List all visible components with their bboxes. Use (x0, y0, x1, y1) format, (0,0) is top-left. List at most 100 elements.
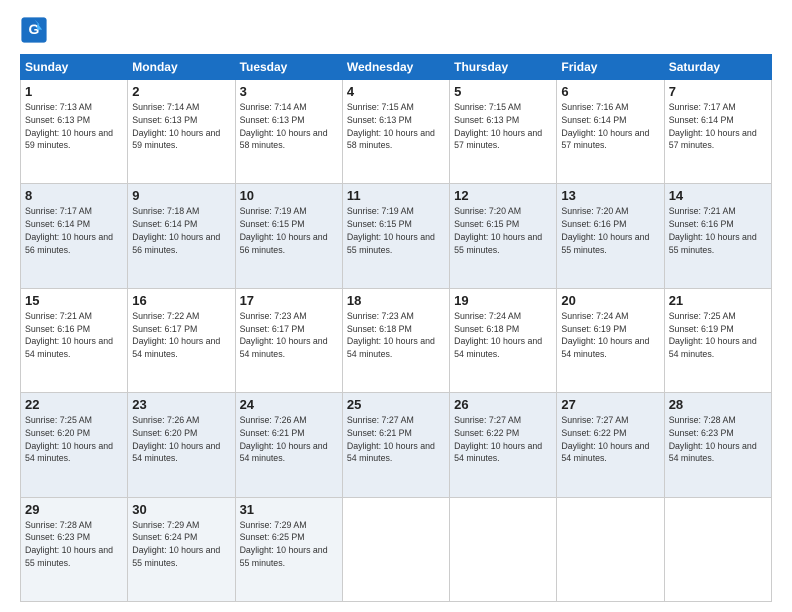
day-info: Sunrise: 7:27 AMSunset: 6:22 PMDaylight:… (454, 415, 542, 463)
day-info: Sunrise: 7:27 AMSunset: 6:21 PMDaylight:… (347, 415, 435, 463)
calendar-col-header: Friday (557, 55, 664, 80)
day-info: Sunrise: 7:20 AMSunset: 6:16 PMDaylight:… (561, 206, 649, 254)
day-info: Sunrise: 7:14 AMSunset: 6:13 PMDaylight:… (132, 102, 220, 150)
calendar-week-row: 29 Sunrise: 7:28 AMSunset: 6:23 PMDayligh… (21, 497, 772, 601)
day-info: Sunrise: 7:21 AMSunset: 6:16 PMDaylight:… (25, 311, 113, 359)
day-info: Sunrise: 7:20 AMSunset: 6:15 PMDaylight:… (454, 206, 542, 254)
day-info: Sunrise: 7:26 AMSunset: 6:20 PMDaylight:… (132, 415, 220, 463)
day-number: 27 (561, 397, 659, 412)
calendar-header-row: SundayMondayTuesdayWednesdayThursdayFrid… (21, 55, 772, 80)
calendar-cell: 22Sunrise: 7:25 AMSunset: 6:20 PMDayligh… (21, 393, 128, 497)
day-info: Sunrise: 7:29 AMSunset: 6:24 PMDaylight:… (132, 520, 220, 568)
day-info: Sunrise: 7:13 AMSunset: 6:13 PMDaylight:… (25, 102, 113, 150)
day-number: 3 (240, 84, 338, 99)
calendar-cell: 27 Sunrise: 7:27 AMSunset: 6:22 PMDayligh… (557, 393, 664, 497)
day-info: Sunrise: 7:25 AMSunset: 6:20 PMDaylight:… (25, 415, 113, 463)
calendar-cell: 24 Sunrise: 7:26 AMSunset: 6:21 PMDayligh… (235, 393, 342, 497)
day-info: Sunrise: 7:24 AMSunset: 6:19 PMDaylight:… (561, 311, 649, 359)
calendar-cell: 11 Sunrise: 7:19 AMSunset: 6:15 PMDayligh… (342, 184, 449, 288)
day-number: 14 (669, 188, 767, 203)
day-number: 29 (25, 502, 123, 517)
calendar-week-row: 15Sunrise: 7:21 AMSunset: 6:16 PMDayligh… (21, 288, 772, 392)
calendar-cell: 13 Sunrise: 7:20 AMSunset: 6:16 PMDayligh… (557, 184, 664, 288)
day-info: Sunrise: 7:29 AMSunset: 6:25 PMDaylight:… (240, 520, 328, 568)
day-info: Sunrise: 7:27 AMSunset: 6:22 PMDaylight:… (561, 415, 649, 463)
day-number: 24 (240, 397, 338, 412)
day-number: 16 (132, 293, 230, 308)
day-number: 30 (132, 502, 230, 517)
calendar-cell: 19Sunrise: 7:24 AMSunset: 6:18 PMDayligh… (450, 288, 557, 392)
calendar-cell: 3 Sunrise: 7:14 AMSunset: 6:13 PMDaylight… (235, 80, 342, 184)
calendar-cell: 4 Sunrise: 7:15 AMSunset: 6:13 PMDaylight… (342, 80, 449, 184)
day-number: 28 (669, 397, 767, 412)
day-info: Sunrise: 7:19 AMSunset: 6:15 PMDaylight:… (240, 206, 328, 254)
calendar-cell (450, 497, 557, 601)
day-number: 10 (240, 188, 338, 203)
day-info: Sunrise: 7:14 AMSunset: 6:13 PMDaylight:… (240, 102, 328, 150)
calendar-cell: 31 Sunrise: 7:29 AMSunset: 6:25 PMDayligh… (235, 497, 342, 601)
calendar-cell: 2 Sunrise: 7:14 AMSunset: 6:13 PMDaylight… (128, 80, 235, 184)
calendar-table: SundayMondayTuesdayWednesdayThursdayFrid… (20, 54, 772, 602)
day-number: 5 (454, 84, 552, 99)
day-number: 26 (454, 397, 552, 412)
calendar-cell: 25Sunrise: 7:27 AMSunset: 6:21 PMDayligh… (342, 393, 449, 497)
calendar-cell: 12 Sunrise: 7:20 AMSunset: 6:15 PMDayligh… (450, 184, 557, 288)
day-info: Sunrise: 7:15 AMSunset: 6:13 PMDaylight:… (347, 102, 435, 150)
day-number: 18 (347, 293, 445, 308)
calendar-page: G SundayMondayTuesdayWednesdayThursdayFr… (0, 0, 792, 612)
calendar-week-row: 22Sunrise: 7:25 AMSunset: 6:20 PMDayligh… (21, 393, 772, 497)
calendar-cell: 6Sunrise: 7:16 AMSunset: 6:14 PMDaylight… (557, 80, 664, 184)
logo-icon: G (20, 16, 48, 44)
day-info: Sunrise: 7:19 AMSunset: 6:15 PMDaylight:… (347, 206, 435, 254)
calendar-cell: 8Sunrise: 7:17 AMSunset: 6:14 PMDaylight… (21, 184, 128, 288)
day-info: Sunrise: 7:23 AMSunset: 6:18 PMDaylight:… (347, 311, 435, 359)
day-info: Sunrise: 7:28 AMSunset: 6:23 PMDaylight:… (669, 415, 757, 463)
calendar-col-header: Sunday (21, 55, 128, 80)
day-info: Sunrise: 7:17 AMSunset: 6:14 PMDaylight:… (669, 102, 757, 150)
day-number: 31 (240, 502, 338, 517)
calendar-week-row: 8Sunrise: 7:17 AMSunset: 6:14 PMDaylight… (21, 184, 772, 288)
calendar-cell: 7 Sunrise: 7:17 AMSunset: 6:14 PMDaylight… (664, 80, 771, 184)
calendar-cell: 23Sunrise: 7:26 AMSunset: 6:20 PMDayligh… (128, 393, 235, 497)
day-info: Sunrise: 7:26 AMSunset: 6:21 PMDaylight:… (240, 415, 328, 463)
day-info: Sunrise: 7:28 AMSunset: 6:23 PMDaylight:… (25, 520, 113, 568)
day-number: 4 (347, 84, 445, 99)
calendar-cell: 14 Sunrise: 7:21 AMSunset: 6:16 PMDayligh… (664, 184, 771, 288)
day-number: 17 (240, 293, 338, 308)
logo: G (20, 16, 52, 44)
calendar-cell: 16 Sunrise: 7:22 AMSunset: 6:17 PMDayligh… (128, 288, 235, 392)
day-info: Sunrise: 7:24 AMSunset: 6:18 PMDaylight:… (454, 311, 542, 359)
calendar-week-row: 1Sunrise: 7:13 AMSunset: 6:13 PMDaylight… (21, 80, 772, 184)
calendar-cell: 30 Sunrise: 7:29 AMSunset: 6:24 PMDayligh… (128, 497, 235, 601)
calendar-cell: 5Sunrise: 7:15 AMSunset: 6:13 PMDaylight… (450, 80, 557, 184)
calendar-col-header: Wednesday (342, 55, 449, 80)
calendar-col-header: Thursday (450, 55, 557, 80)
day-number: 12 (454, 188, 552, 203)
calendar-cell: 15Sunrise: 7:21 AMSunset: 6:16 PMDayligh… (21, 288, 128, 392)
day-number: 11 (347, 188, 445, 203)
calendar-cell: 9Sunrise: 7:18 AMSunset: 6:14 PMDaylight… (128, 184, 235, 288)
calendar-cell: 26 Sunrise: 7:27 AMSunset: 6:22 PMDayligh… (450, 393, 557, 497)
day-number: 2 (132, 84, 230, 99)
day-number: 7 (669, 84, 767, 99)
calendar-cell (664, 497, 771, 601)
calendar-cell: 17 Sunrise: 7:23 AMSunset: 6:17 PMDayligh… (235, 288, 342, 392)
calendar-cell: 18 Sunrise: 7:23 AMSunset: 6:18 PMDayligh… (342, 288, 449, 392)
day-info: Sunrise: 7:17 AMSunset: 6:14 PMDaylight:… (25, 206, 113, 254)
calendar-cell: 10 Sunrise: 7:19 AMSunset: 6:15 PMDayligh… (235, 184, 342, 288)
day-info: Sunrise: 7:16 AMSunset: 6:14 PMDaylight:… (561, 102, 649, 150)
calendar-cell: 29 Sunrise: 7:28 AMSunset: 6:23 PMDayligh… (21, 497, 128, 601)
calendar-col-header: Saturday (664, 55, 771, 80)
header: G (20, 16, 772, 44)
day-number: 21 (669, 293, 767, 308)
day-info: Sunrise: 7:21 AMSunset: 6:16 PMDaylight:… (669, 206, 757, 254)
day-number: 13 (561, 188, 659, 203)
calendar-cell: 1Sunrise: 7:13 AMSunset: 6:13 PMDaylight… (21, 80, 128, 184)
day-info: Sunrise: 7:22 AMSunset: 6:17 PMDaylight:… (132, 311, 220, 359)
day-info: Sunrise: 7:25 AMSunset: 6:19 PMDaylight:… (669, 311, 757, 359)
day-info: Sunrise: 7:23 AMSunset: 6:17 PMDaylight:… (240, 311, 328, 359)
day-number: 20 (561, 293, 659, 308)
calendar-cell: 20 Sunrise: 7:24 AMSunset: 6:19 PMDayligh… (557, 288, 664, 392)
calendar-col-header: Monday (128, 55, 235, 80)
day-number: 9 (132, 188, 230, 203)
